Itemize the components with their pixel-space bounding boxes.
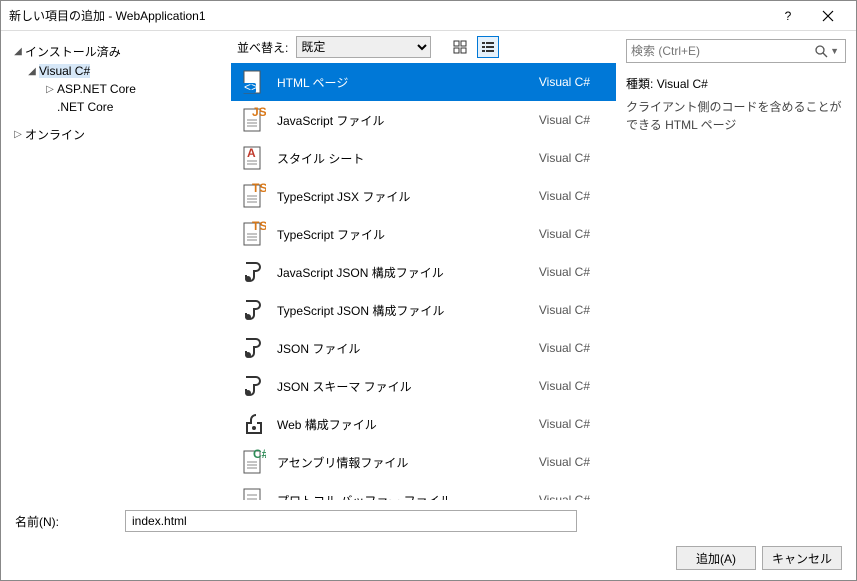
list-icon <box>481 40 495 54</box>
template-label: Web 構成ファイル <box>277 416 529 433</box>
help-button[interactable]: ? <box>768 2 808 30</box>
tree-aspnet-core[interactable]: ▷ ASP.NET Core <box>7 80 225 98</box>
tree-visual-csharp[interactable]: ◢ Visual C# <box>7 62 225 80</box>
sort-select[interactable]: 既定 <box>296 36 431 58</box>
file-type-icon <box>239 486 267 500</box>
template-label: JavaScript ファイル <box>277 112 529 129</box>
chevron-down-icon: ◢ <box>11 46 25 57</box>
titlebar: 新しい項目の追加 - WebApplication1 ? <box>1 1 856 31</box>
template-item[interactable]: <> HTML ページ Visual C# <box>231 63 616 101</box>
template-item[interactable]: JSON ファイル Visual C# <box>231 329 616 367</box>
name-label: 名前(N): <box>15 513 115 530</box>
template-language: Visual C# <box>539 113 608 127</box>
bottom-bar: 名前(N): 追加(A) キャンセル <box>1 500 856 580</box>
grid-icon <box>453 40 467 54</box>
window-title: 新しい項目の追加 - WebApplication1 <box>9 7 768 24</box>
file-type-icon <box>239 410 267 438</box>
template-language: Visual C# <box>539 265 608 279</box>
file-type-icon <box>239 258 267 286</box>
chevron-down-icon: ◢ <box>25 66 39 77</box>
file-type-icon: TS <box>239 220 267 248</box>
template-item[interactable]: A スタイル シート Visual C# <box>231 139 616 177</box>
template-item[interactable]: TS TypeScript ファイル Visual C# <box>231 215 616 253</box>
file-type-icon <box>239 296 267 324</box>
file-type-icon <box>239 334 267 362</box>
template-label: スタイル シート <box>277 150 529 167</box>
template-item[interactable]: JSON スキーマ ファイル Visual C# <box>231 367 616 405</box>
template-item[interactable]: JS JavaScript ファイル Visual C# <box>231 101 616 139</box>
search-box[interactable]: ▼ <box>626 39 846 63</box>
tree-online[interactable]: ▷ オンライン <box>7 124 225 145</box>
template-label: JavaScript JSON 構成ファイル <box>277 264 529 281</box>
search-icon <box>814 44 828 58</box>
file-type-icon: <> <box>239 68 267 96</box>
chevron-right-icon: ▷ <box>11 129 25 140</box>
file-type-icon: TS <box>239 182 267 210</box>
search-input[interactable] <box>631 44 814 58</box>
tree-installed[interactable]: ◢ インストール済み <box>7 41 225 62</box>
svg-text:TS: TS <box>252 183 266 195</box>
file-type-icon: A <box>239 144 267 172</box>
template-language: Visual C# <box>539 303 608 317</box>
template-label: TypeScript JSX ファイル <box>277 188 529 205</box>
template-language: Visual C# <box>539 151 608 165</box>
info-panel: 種類: Visual C# クライアント側のコードを含めることができる HTML… <box>626 75 846 134</box>
dropdown-icon[interactable]: ▼ <box>828 46 841 56</box>
sort-label: 並べ替え: <box>237 39 288 56</box>
tree-net-core[interactable]: .NET Core <box>7 98 225 116</box>
view-medium-icons-button[interactable] <box>449 36 471 58</box>
template-language: Visual C# <box>539 75 608 89</box>
svg-text:C#: C# <box>253 449 266 461</box>
template-item[interactable]: Web 構成ファイル Visual C# <box>231 405 616 443</box>
template-label: JSON スキーマ ファイル <box>277 378 529 395</box>
cancel-button[interactable]: キャンセル <box>762 546 842 570</box>
template-label: TypeScript ファイル <box>277 226 529 243</box>
type-label: 種類: <box>626 77 653 91</box>
chevron-right-icon: ▷ <box>43 84 57 95</box>
template-language: Visual C# <box>539 227 608 241</box>
template-label: アセンブリ情報ファイル <box>277 454 529 471</box>
template-item[interactable]: プロトコル バッファー ファイル Visual C# <box>231 481 616 500</box>
svg-text:A: A <box>247 146 256 160</box>
template-language: Visual C# <box>539 341 608 355</box>
template-label: TypeScript JSON 構成ファイル <box>277 302 529 319</box>
svg-text:<>: <> <box>244 80 258 94</box>
type-description: クライアント側のコードを含めることができる HTML ページ <box>626 98 846 134</box>
svg-text:TS: TS <box>252 221 266 233</box>
template-language: Visual C# <box>539 379 608 393</box>
type-value: Visual C# <box>657 77 708 91</box>
template-label: HTML ページ <box>277 74 529 91</box>
add-button[interactable]: 追加(A) <box>676 546 756 570</box>
template-item[interactable]: C# アセンブリ情報ファイル Visual C# <box>231 443 616 481</box>
left-tree: ◢ インストール済み ◢ Visual C# ▷ ASP.NET Core .N… <box>1 31 231 500</box>
template-language: Visual C# <box>539 493 608 500</box>
template-label: JSON ファイル <box>277 340 529 357</box>
file-type-icon: JS <box>239 106 267 134</box>
main-area: ◢ インストール済み ◢ Visual C# ▷ ASP.NET Core .N… <box>1 31 856 500</box>
template-language: Visual C# <box>539 417 608 431</box>
template-language: Visual C# <box>539 455 608 469</box>
name-input[interactable] <box>125 510 577 532</box>
template-item[interactable]: TS TypeScript JSX ファイル Visual C# <box>231 177 616 215</box>
close-button[interactable] <box>808 2 848 30</box>
template-item[interactable]: JavaScript JSON 構成ファイル Visual C# <box>231 253 616 291</box>
view-list-button[interactable] <box>477 36 499 58</box>
template-label: プロトコル バッファー ファイル <box>277 492 529 501</box>
right-panel: ▼ 種類: Visual C# クライアント側のコードを含めることができる HT… <box>616 31 856 500</box>
template-list[interactable]: <> HTML ページ Visual C# JS JavaScript ファイル Visu… <box>231 63 616 500</box>
center-panel: 並べ替え: 既定 <> HTML ページ Visual C# JS JavaScript… <box>231 31 616 500</box>
file-type-icon: C# <box>239 448 267 476</box>
template-language: Visual C# <box>539 189 608 203</box>
template-item[interactable]: TypeScript JSON 構成ファイル Visual C# <box>231 291 616 329</box>
file-type-icon <box>239 372 267 400</box>
svg-text:JS: JS <box>252 107 266 119</box>
toolbar: 並べ替え: 既定 <box>231 31 616 63</box>
close-icon <box>822 10 834 22</box>
